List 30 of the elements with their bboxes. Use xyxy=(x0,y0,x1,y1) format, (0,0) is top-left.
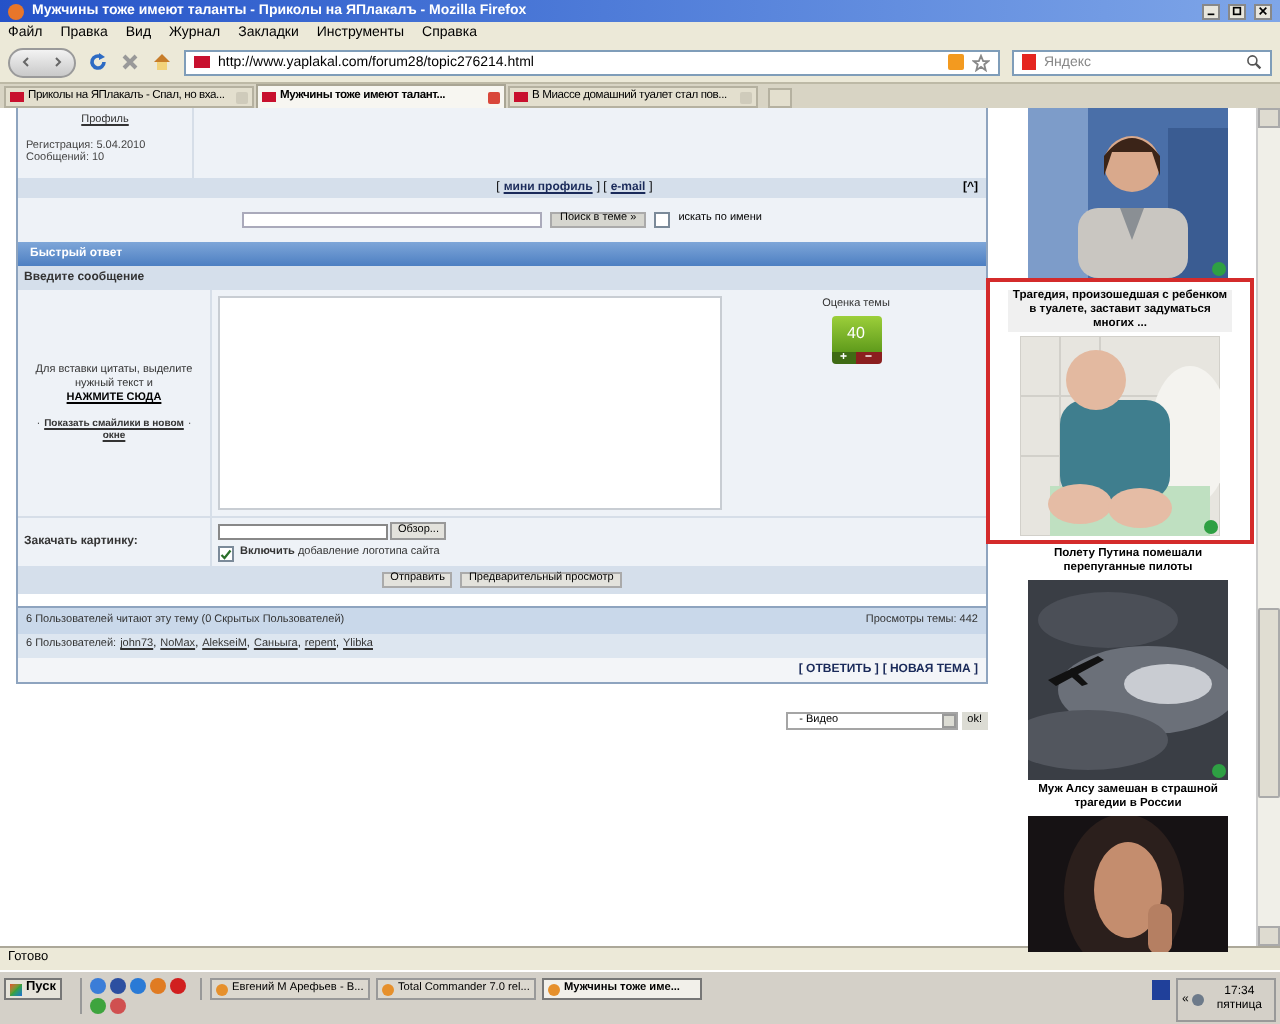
checkbox[interactable] xyxy=(654,212,671,228)
new-tab-icon[interactable] xyxy=(768,88,792,108)
scroll-thumb[interactable] xyxy=(1258,608,1280,798)
site-icon xyxy=(10,92,24,102)
star-icon[interactable] xyxy=(972,53,990,71)
minimize-icon[interactable] xyxy=(1202,3,1220,19)
topic-search-field[interactable] xyxy=(242,212,543,228)
maximize-icon[interactable] xyxy=(1228,3,1246,19)
app-icon xyxy=(382,983,394,995)
stop-icon[interactable] xyxy=(120,52,140,72)
file-field[interactable] xyxy=(218,523,388,539)
rating-value: 40 xyxy=(831,315,881,351)
dropdown-icon[interactable] xyxy=(941,714,956,728)
scroll-up-icon[interactable] xyxy=(1258,108,1280,128)
checkbox[interactable] xyxy=(218,546,234,562)
app-icon xyxy=(216,983,228,995)
windows-logo-icon xyxy=(10,983,22,995)
site-icon xyxy=(194,56,210,68)
reload-icon[interactable] xyxy=(88,52,108,72)
firefox-icon xyxy=(8,3,24,19)
site-icon xyxy=(262,92,276,102)
message-textarea[interactable] xyxy=(218,296,722,510)
app-icon xyxy=(548,983,560,995)
site-icon xyxy=(514,92,528,102)
search-engine-icon xyxy=(1022,54,1036,70)
back-forward-icon[interactable] xyxy=(8,47,76,77)
scroll-down-icon[interactable] xyxy=(1258,926,1280,946)
tray-icon[interactable] xyxy=(1192,994,1205,1006)
home-icon[interactable] xyxy=(152,52,172,72)
search-icon[interactable] xyxy=(1246,54,1262,70)
